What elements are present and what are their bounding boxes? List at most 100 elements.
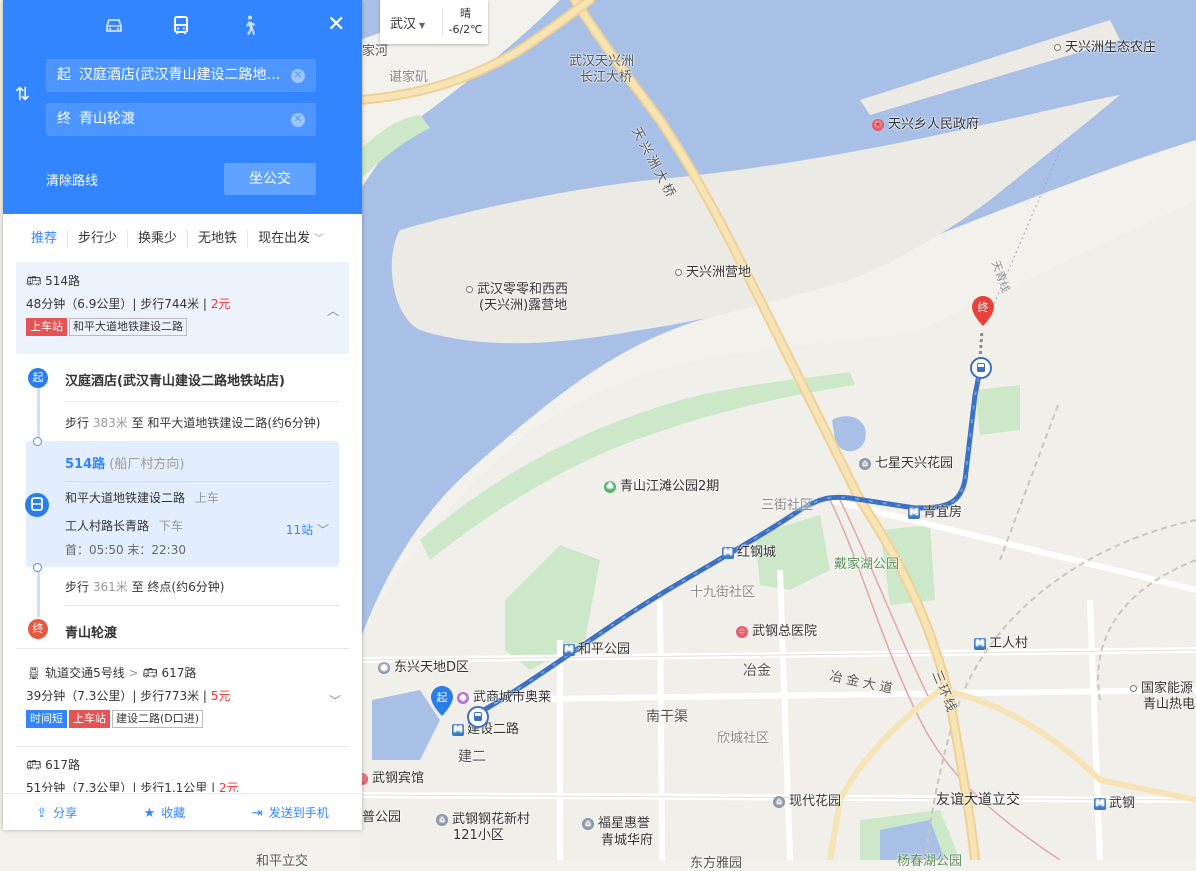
route-option-2[interactable]: 🚆︎ 轨道交通5号线 > 🚌︎ 617路 39分钟（7.3公里）| 步行773米…: [3, 655, 362, 745]
bus-mode-tab[interactable]: [170, 14, 200, 42]
map-poi: H 武钢宾馆: [356, 767, 424, 786]
train-icon: 🚆︎: [26, 666, 42, 680]
map-label: 三街社区: [761, 498, 814, 513]
mall-icon: ◆: [457, 691, 469, 704]
close-icon[interactable]: ✕: [327, 14, 345, 36]
walk-mode-tab[interactable]: [238, 14, 268, 42]
board-stop: 和平大道地铁建设二路 上车: [65, 491, 219, 505]
step-walk-1: 步行 383米 至 和平大道地铁建设二路(约6分钟): [65, 416, 321, 430]
park-icon: ♣: [604, 480, 616, 493]
map-label: 欣城社区: [717, 731, 770, 746]
map-poi: ★ 天兴乡人民政府: [872, 117, 980, 132]
clear-start-icon[interactable]: ✕: [291, 69, 305, 83]
start-marker[interactable]: 起: [431, 686, 453, 716]
clear-end-icon[interactable]: ✕: [291, 113, 305, 127]
tab-depart-now[interactable]: 现在出发 ﹀: [248, 230, 334, 248]
map-bus-stop-icon[interactable]: [467, 706, 489, 728]
step-walk-2: 步行 361米 至 终点(约6分钟): [65, 580, 225, 594]
send-icon: ⇥: [251, 805, 263, 821]
bus-icon: 🚌︎: [26, 274, 42, 288]
residence-icon: ⌂: [436, 813, 448, 826]
favorite-button[interactable]: ★ 收藏: [144, 804, 186, 821]
metro-icon: M: [722, 546, 734, 559]
map-poi: ⌂ 七星天兴花园: [859, 452, 953, 471]
end-marker[interactable]: 终: [972, 296, 994, 326]
car-icon: [106, 19, 122, 32]
map-bus-stop-icon[interactable]: [970, 357, 992, 379]
chevron-up-icon[interactable]: ︿: [327, 302, 339, 319]
bus-node-icon: [25, 493, 49, 517]
bus-icon: 🚌︎: [142, 666, 158, 680]
map-poi: + 武钢总医院: [736, 620, 817, 639]
route-option-3[interactable]: 🚌︎ 617路 51分钟（7.3公里）| 步行1.1公里 | 2元: [3, 750, 362, 792]
divider: [65, 481, 331, 482]
stop-dot: [33, 563, 42, 572]
chevron-down-icon[interactable]: ﹀: [329, 692, 341, 709]
map-label: 十九街社区: [690, 585, 756, 600]
send-to-phone-button[interactable]: ⇥ 发送到手机: [252, 804, 329, 821]
chevron-down-icon: ﹀: [316, 523, 329, 537]
chevron-down-icon: ﹀: [314, 234, 325, 245]
map-label: 青城华府: [601, 833, 654, 848]
tab-no-subway[interactable]: 无地铁: [188, 230, 249, 248]
metro-icon: M: [1094, 797, 1106, 810]
map-label: (天兴洲)露营地: [479, 298, 568, 313]
poi-dot-icon: [1130, 685, 1137, 692]
map-label: 戴家湖公园: [834, 557, 900, 572]
service-times: 首：05:50 末：22:30: [65, 543, 186, 557]
map-label: 友谊大道立交: [936, 792, 1020, 808]
government-icon: ★: [872, 118, 884, 131]
clear-route-link[interactable]: 清除路线: [46, 170, 98, 189]
search-bus-button[interactable]: 坐公交: [224, 163, 316, 195]
map-metro: M 工人村: [974, 636, 1029, 651]
route-title: 🚌︎ 617路: [26, 758, 80, 772]
swap-icon[interactable]: ⇅: [15, 84, 30, 105]
weather-condition: 晴: [460, 7, 471, 20]
share-icon: ⇪: [36, 805, 48, 821]
route-summary: 51分钟（7.3公里）| 步行1.1公里 | 2元: [26, 781, 239, 792]
map-metro: M 青宜房: [908, 505, 963, 520]
end-node-icon: 终: [28, 619, 48, 639]
route-title: 🚆︎ 轨道交通5号线 > 🚌︎ 617路: [26, 666, 197, 680]
car-mode-tab[interactable]: [103, 14, 133, 42]
stops-count[interactable]: 11站 ﹀: [286, 521, 329, 538]
poi-dot-icon: [466, 286, 473, 293]
weather-widget: 武汉 ▼ 晴 -6/2℃: [380, 0, 488, 44]
map-poi: 天兴洲生态农庄: [1054, 36, 1156, 55]
divider: [16, 746, 349, 747]
bus-step-title: 514路 (船厂村方向): [65, 457, 185, 472]
step-line: [37, 387, 40, 441]
map-metro: M 和平公园: [563, 642, 631, 657]
map-poi: ⌂ 现代花园: [773, 790, 841, 809]
metro-icon: M: [452, 723, 464, 736]
map-label: 谌家矶: [389, 70, 429, 85]
tab-less-walk[interactable]: 步行少: [68, 230, 129, 248]
map-label: 冶金: [743, 663, 771, 679]
poi-dot-icon: [675, 269, 682, 276]
metro-icon: M: [974, 637, 986, 650]
divider: [16, 648, 349, 649]
tab-less-transfer[interactable]: 换乘少: [128, 230, 189, 248]
weather-info: 晴 -6/2℃: [443, 6, 488, 38]
metro-icon: M: [563, 643, 575, 656]
bus-icon: [174, 16, 188, 34]
tab-recommend[interactable]: 推荐: [3, 230, 69, 248]
step-start-name: 汉庭酒店(武汉青山建设二路地铁站店): [65, 374, 285, 389]
route-steps: 起 汉庭酒店(武汉青山建设二路地铁站店) 步行 383米 至 和平大道地铁建设二…: [3, 355, 362, 645]
end-input[interactable]: 终青山轮渡 ✕: [46, 103, 316, 136]
city-selector[interactable]: 武汉 ▼: [380, 13, 442, 32]
share-button[interactable]: ⇪ 分享: [36, 804, 77, 821]
route-option-1[interactable]: 🚌︎ 514路 48分钟（6.9公里）| 步行744米 | 2元 上车站 和平大道…: [16, 262, 349, 354]
metro-icon: M: [908, 506, 920, 519]
route-summary: 39分钟（7.3公里）| 步行773米 | 5元: [26, 689, 231, 703]
bus-icon: 🚌︎: [26, 758, 42, 772]
start-input[interactable]: 起汉庭酒店(武汉青山建设二路地铁站店) ✕: [46, 59, 316, 92]
map-label: 建二: [458, 749, 486, 765]
route-summary: 48分钟（6.9公里）| 步行744米 | 2元: [26, 297, 231, 311]
bus-step-card[interactable]: 514路 (船厂村方向) 和平大道地铁建设二路 上车 工人村路长青路 下车 首：…: [26, 441, 339, 567]
panel-footer: ⇪ 分享 ★ 收藏 ⇥ 发送到手机: [3, 793, 362, 830]
hospital-icon: +: [736, 625, 748, 638]
route-boarding: 上车站 和平大道地铁建设二路: [26, 318, 189, 336]
route-title: 🚌︎ 514路: [26, 274, 80, 288]
alight-stop: 工人村路长青路 下车: [65, 519, 183, 533]
